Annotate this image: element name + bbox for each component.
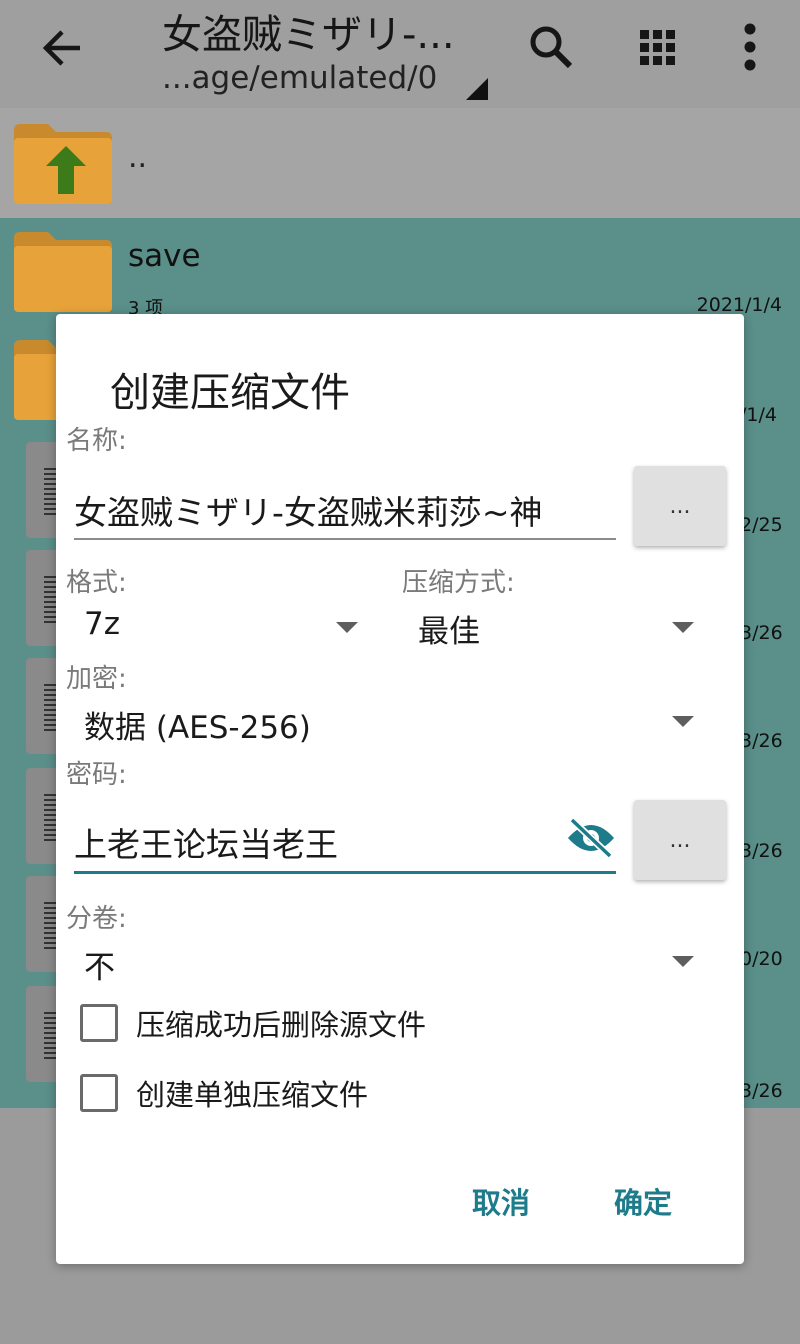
password-value: 上老王论坛当老王 [74, 825, 338, 864]
folder-icon [14, 232, 112, 312]
cancel-button[interactable]: 取消 [472, 1180, 530, 1222]
file-date: 3/26 [740, 840, 783, 862]
folder-date: 2021/1/4 [696, 294, 782, 316]
grid-icon [640, 30, 675, 65]
password-input[interactable]: 上老王论坛当老王 [74, 808, 616, 874]
file-date: 3/26 [740, 730, 783, 752]
app-title: 女盗贼ミザリ-... [162, 12, 455, 58]
separate-archive-label: 创建单独压缩文件 [136, 1078, 369, 1112]
password-browse-button[interactable]: ... [634, 800, 726, 880]
more-vertical-icon [744, 23, 756, 71]
parent-folder-row[interactable]: .. [0, 108, 800, 218]
name-label: 名称: [66, 426, 127, 456]
ok-button[interactable]: 确定 [614, 1180, 672, 1222]
compression-method-label: 压缩方式: [402, 568, 515, 598]
encryption-dropdown-icon [672, 716, 694, 727]
name-browse-button[interactable]: ... [634, 466, 726, 546]
delete-source-label: 压缩成功后删除源文件 [136, 1008, 427, 1042]
password-label: 密码: [66, 760, 127, 790]
split-dropdown-icon [672, 956, 694, 967]
encryption-label: 加密: [66, 664, 127, 694]
format-dropdown-icon [336, 622, 358, 633]
eye-off-icon [568, 817, 614, 859]
back-button[interactable] [40, 26, 84, 70]
archive-name-input[interactable]: 女盗贼ミザリ-女盗贼米莉莎~神 [74, 474, 616, 540]
file-date: 0/20 [740, 948, 783, 970]
create-archive-dialog: 创建压缩文件 名称: 女盗贼ミザリ-女盗贼米莉莎~神 ... 格式: 7z 压缩… [56, 314, 744, 1264]
compression-method-value: 最佳 [418, 614, 480, 650]
folder-name: save [128, 238, 201, 274]
folder-up-icon [14, 124, 112, 204]
dialog-title: 创建压缩文件 [110, 370, 350, 416]
split-value: 不 [84, 950, 115, 986]
grid-view-button[interactable] [638, 28, 678, 68]
file-date: /1/4 [740, 404, 777, 426]
file-date: 3/26 [740, 1080, 783, 1102]
format-value: 7z [84, 606, 120, 642]
separate-archive-checkbox[interactable] [80, 1074, 118, 1112]
encryption-value: 数据 (AES-256) [84, 710, 311, 746]
toggle-password-visibility-button[interactable] [566, 817, 616, 859]
search-icon [530, 26, 573, 69]
path-dropdown-icon[interactable] [466, 78, 488, 100]
delete-source-checkbox[interactable] [80, 1004, 118, 1042]
separate-archive-checkbox-row[interactable]: 创建单独压缩文件 [80, 1070, 580, 1118]
delete-source-checkbox-row[interactable]: 压缩成功后删除源文件 [80, 1000, 580, 1048]
format-label: 格式: [66, 568, 127, 598]
split-label: 分卷: [66, 904, 127, 934]
method-dropdown-icon [672, 622, 694, 633]
more-options-button[interactable] [736, 22, 764, 72]
search-button[interactable] [528, 24, 574, 70]
arrow-left-icon [42, 30, 80, 66]
file-date: 3/26 [740, 622, 783, 644]
app-bar: 女盗贼ミザリ-... ...age/emulated/0 [0, 0, 800, 108]
path-subtitle[interactable]: ...age/emulated/0 [162, 60, 462, 96]
file-date: 2/25 [740, 514, 783, 536]
parent-folder-label: .. [128, 140, 148, 175]
archive-name-value: 女盗贼ミザリ-女盗贼米莉莎~神 [74, 493, 543, 532]
